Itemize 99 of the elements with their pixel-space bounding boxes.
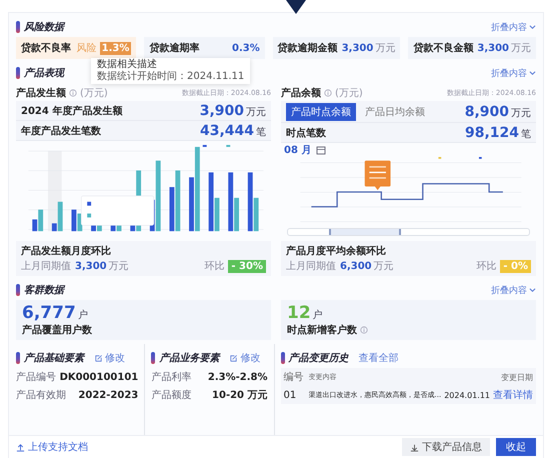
tooltip-title: 数据相关描述 — [97, 59, 158, 70]
unit-label: 万元 — [511, 106, 531, 120]
upload-icon — [16, 442, 25, 452]
metric-label: 贷款不良率 — [21, 41, 71, 55]
unit-label: 万元 — [108, 260, 129, 273]
change-badge: - 30% — [228, 260, 266, 272]
change-badge: - 0% — [500, 260, 531, 272]
unit-label: (万元) — [80, 87, 108, 100]
chevron-down-icon — [529, 287, 536, 293]
upload-link[interactable]: 上传支持文档 — [16, 440, 88, 454]
panel-title: 产品发生额 — [16, 86, 66, 100]
metric-value: 6,777 — [22, 303, 76, 323]
section-title: 风险数据 — [24, 20, 64, 34]
unit-label: 笔 — [521, 128, 531, 140]
section-title: 客群数据 — [24, 283, 64, 297]
section-marker-icon — [151, 352, 156, 364]
metric-value: 3,300 — [342, 43, 374, 54]
metric-value: 3,900 — [200, 102, 244, 118]
panel-title: 产品余额 — [281, 86, 321, 100]
metric-value: 6,300 — [340, 261, 372, 272]
unit-label: 万元 — [511, 42, 531, 55]
download-button[interactable]: 下载产品信息 — [402, 438, 490, 456]
metric-label: 年度产品发生笔数 — [21, 124, 101, 138]
comparison-title: 产品月度平均余额环比 — [286, 244, 387, 258]
risk-label: 风险 — [76, 42, 97, 55]
metric-label: 贷款不良金额 — [413, 41, 474, 55]
legend-icon — [226, 144, 230, 147]
unit-label: 万元 — [374, 260, 394, 273]
field-value: 10-20 万元 — [212, 389, 268, 402]
metric-value: 3,300 — [75, 261, 107, 272]
section-title: 产品变更历史 — [288, 351, 348, 365]
chevron-down-icon — [529, 70, 536, 76]
field-value: 2.3%-2.8% — [208, 372, 268, 382]
section-marker-icon — [16, 352, 20, 364]
unit-label: 户 — [78, 308, 88, 322]
collapse-toggle[interactable]: 折叠内容 — [491, 66, 536, 80]
info-icon — [69, 89, 77, 97]
tab[interactable]: 产品时点余额 — [286, 102, 356, 120]
download-icon — [410, 442, 419, 452]
comparison-label: 环比 — [204, 260, 224, 273]
metric-label: 贷款逾期率 — [149, 41, 200, 55]
tab[interactable]: 产品日均余额 — [360, 102, 430, 120]
legend-icon — [202, 144, 207, 147]
edit-icon — [229, 354, 238, 362]
field-label: 产品利率 — [151, 370, 192, 384]
unit-label: 万元 — [246, 106, 266, 118]
unit-label: 万元 — [375, 42, 396, 55]
column-header: 编号 — [284, 370, 304, 384]
field-value: DK000100101 — [60, 372, 138, 382]
unit-label: (万元) — [335, 87, 363, 100]
metric-value: 8,900 — [464, 104, 509, 120]
metric-label: 2024 年度产品发生额 — [21, 104, 122, 118]
unit-label: 笔 — [256, 126, 266, 138]
field-label: 产品编号 — [16, 370, 56, 384]
section-marker-icon — [16, 284, 20, 296]
comparison-label: 环比 — [476, 260, 496, 273]
month-label: 08 月 — [284, 144, 312, 157]
comparison-label: 上月同期值 — [286, 260, 336, 273]
column-header: 变更日期 — [501, 372, 533, 382]
metric-label: 时点新增客户数 — [287, 323, 357, 337]
section-marker-icon — [16, 67, 20, 79]
chart-tooltip — [364, 160, 391, 190]
comparison-title: 产品发生额月度环比 — [21, 244, 112, 258]
info-icon — [324, 89, 332, 97]
metric-label: 时点笔数 — [286, 126, 326, 140]
section-title: 产品基础要素 — [24, 351, 84, 365]
table-cell-text: 01 — [284, 390, 298, 400]
metric-label: 产品覆盖用户数 — [22, 323, 92, 337]
tooltip-text: 数据统计开始时间：2024.11.11 — [97, 71, 244, 83]
pointer-icon — [286, 0, 306, 14]
metric-label: 贷款逾期金额 — [278, 41, 338, 55]
metric-value: 43,444 — [200, 122, 254, 138]
collapse-toggle[interactable]: 折叠内容 — [491, 284, 536, 296]
section-title: 产品表现 — [24, 66, 64, 80]
risk-badge: 1.3% — [100, 42, 132, 54]
info-icon — [360, 326, 368, 334]
collapse-button[interactable]: 收起 — [496, 438, 536, 456]
calendar-button[interactable] — [316, 145, 326, 155]
calendar-icon — [316, 145, 326, 155]
metric-value: 98,124 — [464, 124, 519, 140]
chevron-down-icon — [529, 24, 536, 30]
comparison-label: 上月同期值 — [21, 260, 71, 273]
metric-value: 3,300 — [477, 43, 509, 54]
section-title: 产品业务要素 — [159, 351, 220, 365]
section-marker-icon — [280, 352, 284, 364]
metric-value: 0.3% — [232, 42, 260, 54]
view-all-link[interactable]: 查看全部 — [358, 351, 398, 365]
field-value: 2022-2023 — [78, 390, 138, 400]
field-label: 产品额度 — [151, 388, 192, 402]
edit-icon — [94, 354, 103, 362]
collapse-toggle[interactable]: 折叠内容 — [491, 20, 536, 34]
table-cell: 2024.01.11 — [444, 390, 490, 400]
details-link[interactable]: 查看详情 — [493, 388, 533, 402]
edit-link[interactable]: 修改 — [94, 351, 125, 365]
edit-link[interactable]: 修改 — [229, 351, 260, 365]
metric-value: 12 — [287, 303, 311, 323]
field-label: 产品有效期 — [16, 388, 66, 402]
unit-label: 户 — [312, 308, 323, 322]
section-marker-icon — [16, 21, 20, 33]
